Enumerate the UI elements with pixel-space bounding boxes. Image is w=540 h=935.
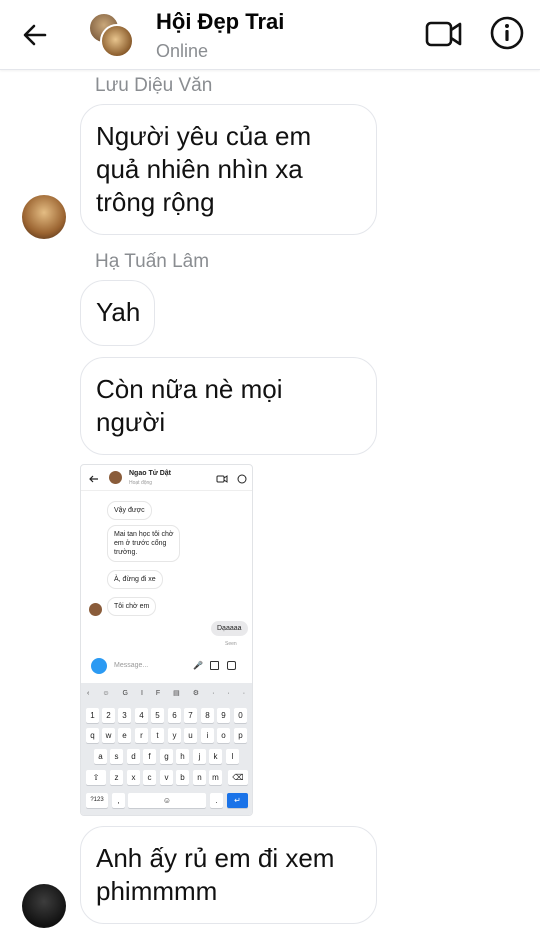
message-bubble[interactable]: Anh ấy rủ em đi xem phimmmm: [80, 826, 377, 924]
message-bubble: Mai tan học tôi chờ em ở trước cổng trườ…: [107, 525, 181, 562]
info-icon: [490, 16, 524, 50]
key: c: [143, 770, 156, 785]
key: 8: [201, 708, 214, 723]
toolbar-item: ▤: [173, 690, 193, 697]
toolbar-item: ⚙: [192, 690, 213, 697]
key: q: [86, 728, 99, 743]
message-bubble[interactable]: Yah: [80, 280, 155, 346]
key: o: [217, 728, 230, 743]
key: 2: [102, 708, 115, 723]
space-key: ☺: [128, 793, 206, 808]
screenshot-title: Ngao Tử Dật: [129, 470, 172, 477]
key: u: [184, 728, 197, 743]
key: r: [135, 728, 148, 743]
message-bubble[interactable]: Người yêu của em quả nhiên nhìn xa trông…: [80, 104, 377, 235]
key: 1: [86, 708, 99, 723]
key: w: [102, 728, 115, 743]
info-button[interactable]: [488, 14, 526, 52]
period-key: .: [210, 793, 223, 808]
key: 5: [151, 708, 164, 723]
sender-name: Lưu Diệu Văn: [95, 75, 213, 96]
key: j: [193, 749, 206, 764]
camera-icon: [91, 658, 107, 674]
sender-name: Hạ Tuấn Lâm: [95, 251, 210, 272]
key: f: [143, 749, 156, 764]
key: i: [201, 728, 214, 743]
group-avatar-2: [100, 24, 134, 58]
key: x: [127, 770, 140, 785]
back-button[interactable]: [18, 18, 52, 52]
message-input: Message...: [114, 662, 149, 669]
key: e: [118, 728, 131, 743]
key: m: [209, 770, 222, 785]
screenshot-status: Hoạt động: [129, 480, 153, 486]
key: 7: [184, 708, 197, 723]
avatar: [109, 471, 122, 484]
key: y: [168, 728, 181, 743]
toolbar-item: ···: [212, 690, 245, 697]
backspace-key: ⌫: [228, 770, 248, 785]
key: 3: [118, 708, 131, 723]
toolbar-item: ☺: [102, 690, 123, 697]
key: h: [176, 749, 189, 764]
toolbar-item: GIF: [122, 690, 174, 697]
sticker-icon: [227, 661, 236, 670]
key: 0: [234, 708, 247, 723]
image-icon: [210, 661, 219, 670]
message-text: Anh ấy rủ em đi xem phimmmm: [96, 843, 335, 906]
message-bubble: Tôi chờ em: [107, 597, 157, 616]
message-bubble: À, đừng đi xe: [107, 570, 163, 589]
key: g: [160, 749, 173, 764]
key: s: [110, 749, 123, 764]
group-avatar[interactable]: [88, 12, 134, 58]
key: p: [234, 728, 247, 743]
mic-icon: 🎤: [193, 661, 203, 670]
key: v: [160, 770, 173, 785]
keyboard: ‹☺GIF▤⚙···🎤 1 2 3 4 5 6 7 8 9 0 q w e r …: [81, 683, 252, 815]
key: 9: [217, 708, 230, 723]
toolbar-item: ‹: [87, 690, 103, 697]
key: a: [94, 749, 107, 764]
video-camera-icon: [425, 21, 462, 47]
info-icon: [237, 474, 247, 484]
enter-key: ↵: [227, 793, 248, 808]
key: n: [193, 770, 206, 785]
sender-avatar[interactable]: [22, 884, 66, 928]
video-call-button[interactable]: [424, 16, 464, 52]
back-arrow-icon: [23, 24, 47, 46]
sender-avatar[interactable]: [22, 195, 66, 239]
chat-status: Online: [156, 41, 209, 61]
chat-title[interactable]: Hội Đẹp Trai: [156, 9, 284, 35]
key: z: [110, 770, 123, 785]
chat-header: Hội Đẹp Trai Online: [0, 0, 540, 70]
key: 6: [168, 708, 181, 723]
shift-key: ⇧: [86, 770, 106, 785]
message-bubble[interactable]: Còn nữa nè mọi người: [80, 357, 377, 455]
key: 4: [135, 708, 148, 723]
video-camera-icon: [216, 475, 228, 483]
key: t: [151, 728, 164, 743]
screenshot-header: Ngao Tử Dật Hoạt động: [81, 465, 252, 491]
keyboard-toolbar: ‹☺GIF▤⚙···🎤: [87, 689, 252, 697]
message-text: Yah: [96, 297, 141, 327]
seen-label: Seen: [225, 641, 237, 647]
message-text: Còn nữa nè mọi người: [96, 374, 283, 437]
symbols-key: ?123: [86, 793, 108, 808]
message-text: Người yêu của em quả nhiên nhìn xa trông…: [96, 121, 312, 217]
key: b: [176, 770, 189, 785]
message-bubble: Vậy được: [107, 501, 152, 520]
message-bubble-outgoing: Dạaaaa: [211, 621, 248, 636]
back-arrow-icon: [89, 475, 98, 483]
key: l: [226, 749, 239, 764]
shared-screenshot-image[interactable]: Ngao Tử Dật Hoạt động Vậy được Mai tan h…: [80, 464, 253, 816]
key: d: [127, 749, 140, 764]
comma-key: ,: [112, 793, 125, 808]
key: k: [209, 749, 222, 764]
avatar: [89, 603, 102, 616]
